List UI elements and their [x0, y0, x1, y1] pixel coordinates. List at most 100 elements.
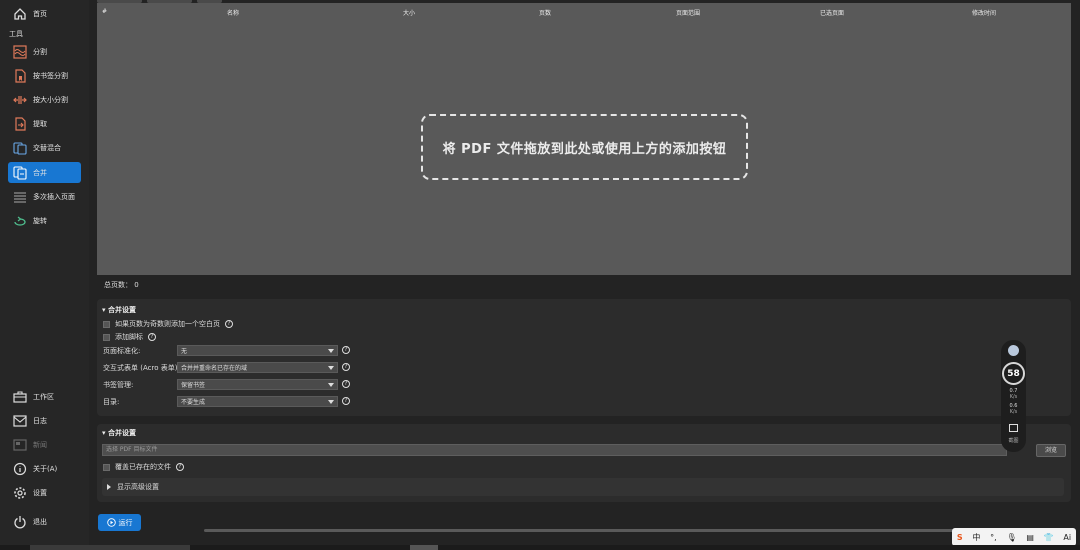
sidebar-item-merge[interactable]: 合并	[8, 162, 81, 183]
sidebar-item-alternate-mix[interactable]: 交替混合	[8, 137, 81, 158]
gear-icon	[12, 485, 28, 501]
acro-forms-select[interactable]: 合并并重命名已存在的域	[177, 362, 338, 373]
sidebar-item-log[interactable]: 日志	[8, 410, 81, 431]
run-label: 运行	[118, 518, 133, 527]
acro-forms-label: 交互式表单 (Acro 表单):	[103, 364, 180, 372]
advanced-settings-toggle[interactable]: 显示高级设置	[102, 478, 1064, 496]
taskbar-segment	[410, 545, 438, 550]
section-label-tools: 工具	[9, 30, 23, 38]
ime-punctuation-toggle[interactable]: °,	[990, 533, 997, 542]
toc-label: 目录:	[103, 398, 120, 406]
column-header-modified[interactable]: 修改时间	[972, 8, 996, 17]
taskbar-segment	[30, 545, 190, 550]
checkbox-label: 如果页数为奇数则添加一个空白页	[115, 320, 220, 328]
shirt-skin-icon[interactable]: 👕	[1044, 533, 1054, 542]
alternate-mix-icon	[12, 140, 28, 156]
info-icon	[12, 461, 28, 477]
sidebar-item-label: 新闻	[33, 440, 47, 449]
size-split-icon	[12, 92, 28, 108]
help-icon[interactable]: ?	[225, 320, 233, 328]
workspace-icon	[12, 389, 28, 405]
page-normalization-label: 页面标准化:	[103, 347, 141, 355]
column-header-selected-pages[interactable]: 已选页面	[820, 8, 844, 17]
sidebar-item-settings[interactable]: 设置	[8, 482, 81, 503]
output-settings-header[interactable]: ▾ 合并设置	[102, 428, 136, 438]
checkbox[interactable]	[103, 333, 110, 341]
page-normalization-select[interactable]: 无	[177, 345, 338, 356]
ime-toolbar[interactable]: S 中 °, 🎙 ▤ 👕 Ai	[952, 528, 1076, 546]
bookmarks-select[interactable]: 保留书签	[177, 379, 338, 390]
sidebar-item-label: 关于(A)	[33, 464, 58, 473]
extract-icon	[12, 116, 28, 132]
blank-page-option[interactable]: 如果页数为奇数则添加一个空白页 ?	[103, 319, 233, 329]
help-icon[interactable]: ?	[342, 346, 350, 354]
drop-zone[interactable]: 将 PDF 文件拖放到此处或使用上方的添加按钮	[421, 114, 748, 180]
sidebar-item-workspace[interactable]: 工作区	[8, 386, 81, 407]
run-button[interactable]: 运行	[98, 514, 141, 531]
split-wave-icon	[12, 44, 28, 60]
sidebar-item-insert-pages[interactable]: 多次插入页面	[8, 186, 81, 207]
sidebar-item-split[interactable]: 分割	[8, 41, 81, 62]
column-header-name[interactable]: 名称	[227, 8, 239, 17]
ime-language-toggle[interactable]: 中	[972, 532, 980, 543]
news-icon	[12, 437, 28, 453]
column-header-size[interactable]: 大小	[403, 8, 415, 17]
network-speed-widget[interactable]: 58 0.7 K/s 0.6 K/s 截图	[1001, 340, 1026, 452]
sidebar-item-label: 按大小分割	[33, 95, 68, 104]
destination-file-input[interactable]: 选择 PDF 目标文件	[102, 444, 1007, 456]
screenshot-icon	[1009, 424, 1018, 432]
sidebar-item-extract[interactable]: 提取	[8, 113, 81, 134]
log-icon	[12, 413, 28, 429]
merge-icon	[12, 165, 28, 181]
main-content: # 名称 大小 页数 页面范围 已选页面 修改时间 将 PDF 文件拖放到此处或…	[97, 0, 1071, 550]
check-badge-icon	[1008, 345, 1019, 356]
power-icon	[12, 514, 28, 530]
ime-ai-button[interactable]: Ai	[1063, 533, 1071, 542]
expand-triangle-icon	[107, 484, 111, 490]
browse-button[interactable]: 浏览	[1036, 444, 1066, 457]
microphone-icon[interactable]: 🎙	[1006, 533, 1016, 542]
help-icon[interactable]: ?	[342, 397, 350, 405]
play-icon	[106, 518, 116, 527]
help-icon[interactable]: ?	[176, 463, 184, 471]
help-icon[interactable]: ?	[342, 363, 350, 371]
upload-unit: K/s	[1009, 394, 1018, 400]
column-header-page-range[interactable]: 页面范围	[676, 8, 700, 17]
sidebar-item-news[interactable]: 新闻	[8, 434, 81, 455]
checkbox-label: 添加脚标	[115, 333, 143, 341]
sidebar-item-label: 首页	[33, 9, 47, 18]
toc-select[interactable]: 不要生成	[177, 396, 338, 407]
column-header-pages[interactable]: 页数	[539, 8, 551, 17]
sogou-logo-icon[interactable]: S	[957, 533, 963, 542]
column-header-index[interactable]: #	[102, 8, 107, 15]
keyboard-icon[interactable]: ▤	[1026, 533, 1034, 542]
horizontal-scrollbar[interactable]	[204, 529, 1044, 532]
sidebar-item-home[interactable]: 首页	[8, 3, 81, 24]
help-icon[interactable]: ?	[342, 380, 350, 388]
sidebar-item-bookmark-split[interactable]: 按书签分割	[8, 65, 81, 86]
checkbox[interactable]	[103, 463, 110, 471]
chevron-down-icon	[328, 399, 334, 404]
sidebar-item-size-split[interactable]: 按大小分割	[8, 89, 81, 110]
sidebar-item-about[interactable]: 关于(A)	[8, 458, 81, 479]
sidebar-item-exit[interactable]: 退出	[8, 511, 81, 532]
sidebar-item-label: 日志	[33, 416, 47, 425]
merge-settings-header[interactable]: ▾ 合并设置	[102, 305, 136, 315]
help-icon[interactable]: ?	[148, 333, 156, 341]
drop-hint: 将 PDF 文件拖放到此处或使用上方的添加按钮	[442, 141, 727, 157]
checkbox[interactable]	[103, 320, 110, 328]
file-table[interactable]: # 名称 大小 页数 页面范围 已选页面 修改时间 将 PDF 文件拖放到此处或…	[97, 3, 1071, 275]
home-icon	[12, 6, 28, 22]
merge-settings-panel: ▾ 合并设置 如果页数为奇数则添加一个空白页 ? 添加脚标 ? 页面标准化: 无…	[97, 299, 1071, 416]
overwrite-option[interactable]: 覆盖已存在的文件 ?	[103, 462, 184, 472]
sidebar-item-label: 提取	[33, 119, 47, 128]
total-pages: 总页数： 0	[104, 281, 139, 289]
bookmarks-label: 书签管理:	[103, 381, 134, 389]
sidebar-item-label: 多次插入页面	[33, 192, 75, 201]
sidebar-item-label: 旋转	[33, 216, 47, 225]
screenshot-label: 截图	[1008, 438, 1019, 444]
sidebar-item-rotate[interactable]: 旋转	[8, 210, 81, 231]
footer-option[interactable]: 添加脚标 ?	[103, 332, 156, 342]
sidebar-item-label: 分割	[33, 47, 47, 56]
sidebar-item-label: 合并	[33, 168, 47, 177]
